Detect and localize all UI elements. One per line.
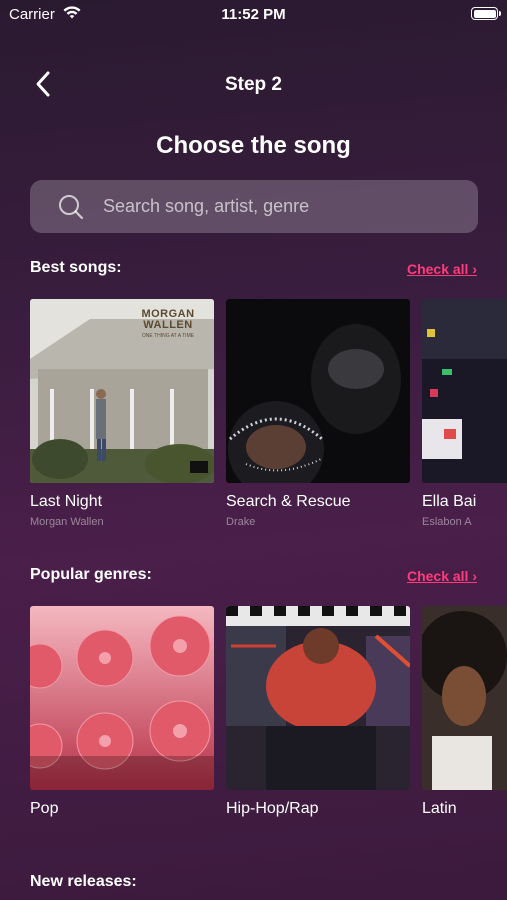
cover-subtitle: ONE THING AT A TIME <box>141 333 195 339</box>
popular-genres-check-all-link[interactable]: Check all › <box>407 568 477 584</box>
song-card-ella-bai[interactable]: Ella Bai Eslabon A <box>422 299 507 528</box>
song-artist: Drake <box>226 516 256 528</box>
song-title: Last Night <box>30 493 103 510</box>
genre-card-latin[interactable]: Latin <box>422 606 507 818</box>
genre-cover-latin <box>422 606 507 790</box>
genre-cover-pop <box>30 606 214 790</box>
best-songs-title: Best songs: <box>30 259 122 276</box>
album-cover-search-rescue <box>226 299 410 483</box>
clock: 11:52 PM <box>221 6 286 23</box>
genre-cover-hip-hop-rap <box>226 606 410 790</box>
search-icon <box>59 195 84 220</box>
genre-title: Pop <box>30 800 59 817</box>
popular-genres-carousel[interactable]: Pop Hip-Hop/Rap Latin <box>30 606 507 846</box>
battery-icon <box>471 7 501 20</box>
new-releases-title: New releases: <box>30 873 137 890</box>
genre-card-pop[interactable]: Pop <box>30 606 214 818</box>
page-title: Choose the song <box>156 132 351 159</box>
album-cover-ella-bai <box>422 299 507 483</box>
genre-title: Hip-Hop/Rap <box>226 800 319 817</box>
song-artist: Eslabon A <box>422 516 472 528</box>
cover-title: MORGAN WALLEN <box>141 308 195 331</box>
status-bar: Carrier 11:52 PM <box>0 0 507 30</box>
album-cover-last-night: MORGAN WALLEN ONE THING AT A TIME <box>30 299 214 483</box>
song-title: Search & Rescue <box>226 493 351 510</box>
song-title: Ella Bai <box>422 493 477 510</box>
search-input[interactable] <box>103 180 463 233</box>
search-bar[interactable] <box>30 180 478 233</box>
best-songs-carousel[interactable]: MORGAN WALLEN ONE THING AT A TIME Last N… <box>30 299 507 539</box>
genre-title: Latin <box>422 800 457 817</box>
song-card-last-night[interactable]: MORGAN WALLEN ONE THING AT A TIME Last N… <box>30 299 214 528</box>
song-artist: Morgan Wallen <box>30 516 104 528</box>
genre-card-hip-hop-rap[interactable]: Hip-Hop/Rap <box>226 606 410 818</box>
best-songs-check-all-link[interactable]: Check all › <box>407 261 477 277</box>
song-card-search-rescue[interactable]: Search & Rescue Drake <box>226 299 410 528</box>
nav-title: Step 2 <box>224 74 283 95</box>
popular-genres-title: Popular genres: <box>30 566 152 583</box>
